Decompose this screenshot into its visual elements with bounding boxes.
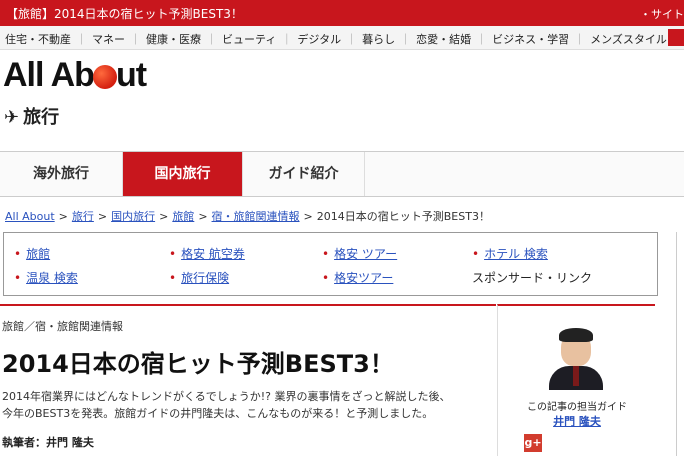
- airplane-icon: ✈: [4, 107, 20, 128]
- category-love[interactable]: 恋愛・結婚: [411, 26, 476, 47]
- category-business[interactable]: ビジネス・学習: [487, 26, 574, 47]
- logo-dot-icon: [92, 65, 117, 89]
- guide-panel: この記事の担当ガイド 井門 隆夫 g+: [497, 304, 655, 456]
- genre-tabs: 海外旅行 国内旅行 ガイド紹介: [0, 151, 684, 197]
- breadcrumb-ryokan-info[interactable]: 宿・旅館関連情報: [212, 210, 300, 223]
- tab-domestic-travel[interactable]: 国内旅行: [123, 152, 243, 196]
- link-hotel-search[interactable]: ホテル 検索: [484, 247, 548, 261]
- breadcrumb-ryokan[interactable]: 旅館: [172, 210, 194, 223]
- article-author: 執筆者：井門 隆夫: [2, 436, 94, 449]
- breadcrumb-current: 2014日本の宿ヒット予測BEST3！: [316, 210, 490, 223]
- article-title: 2014日本の宿ヒット予測BEST3！: [2, 350, 394, 378]
- promo-link[interactable]: 【旅館】2014日本の宿ヒット予測BEST3！: [6, 5, 243, 22]
- link-onsen-search[interactable]: 温泉 検索: [26, 271, 78, 285]
- article-header: 旅館／宿・旅館関連情報 2014日本の宿ヒット予測BEST3！ 2014年宿業界…: [0, 304, 496, 456]
- allabout-logo[interactable]: All Ab ut: [3, 56, 147, 95]
- category-digital[interactable]: デジタル: [292, 26, 346, 47]
- breadcrumb-travel[interactable]: 旅行: [72, 210, 94, 223]
- article-category: 旅館／宿・旅館関連情報: [2, 320, 123, 333]
- category-money[interactable]: マネー: [87, 26, 130, 47]
- category-health[interactable]: 健康・医療: [141, 26, 206, 47]
- more-categories-marker[interactable]: [668, 29, 684, 46]
- category-beauty[interactable]: ビューティ: [217, 26, 281, 47]
- tab-overseas-travel[interactable]: 海外旅行: [0, 152, 123, 196]
- right-column-edge: [676, 232, 684, 456]
- breadcrumb-allabout[interactable]: All About: [5, 210, 55, 223]
- section-travel-label: ✈ 旅行: [4, 107, 60, 128]
- article-description: 2014年宿業界にはどんなトレンドがくるでしょうか!? 業界の裏事情をざっと解説…: [2, 390, 451, 420]
- category-living[interactable]: 暮らし: [357, 26, 400, 47]
- category-nav: 住宅・不動産｜マネー｜健康・医療｜ビューティ｜デジタル｜暮らし｜恋愛・結婚｜ビジ…: [0, 26, 684, 50]
- guide-caption: この記事の担当ガイド: [527, 402, 627, 413]
- link-cheap-tour[interactable]: 格安 ツアー: [334, 247, 397, 261]
- sponsored-link-label: スポンサード・リンク: [472, 271, 593, 285]
- breadcrumb-domestic[interactable]: 国内旅行: [111, 210, 155, 223]
- link-travel-insurance[interactable]: 旅行保険: [181, 271, 229, 285]
- guide-name-link[interactable]: 井門 隆夫: [498, 413, 656, 429]
- link-cheap-airfare[interactable]: 格安 航空券: [181, 247, 245, 261]
- google-plus-icon[interactable]: g+: [524, 434, 542, 452]
- link-ryokan[interactable]: 旅館: [26, 247, 50, 261]
- top-banner: 【旅館】2014日本の宿ヒット予測BEST3！ ・サイト: [0, 0, 684, 26]
- guide-photo[interactable]: [545, 328, 607, 390]
- breadcrumb: All About > 旅行 > 国内旅行 > 旅館 > 宿・旅館関連情報 >2014日本の宿ヒッ…: [5, 210, 490, 223]
- link-cheap-tour-2[interactable]: 格安ツアー: [334, 271, 393, 285]
- sponsored-links-box: • 旅館 • 格安 航空券 • 格安 ツアー • ホテル 検索 • 温泉 検索 • 旅行保険…: [3, 232, 658, 296]
- category-housing[interactable]: 住宅・不動産: [0, 26, 76, 47]
- category-mens[interactable]: メンズスタイル: [585, 26, 672, 47]
- site-link[interactable]: ・サイト: [640, 6, 684, 22]
- tab-guide-intro[interactable]: ガイド紹介: [243, 152, 365, 196]
